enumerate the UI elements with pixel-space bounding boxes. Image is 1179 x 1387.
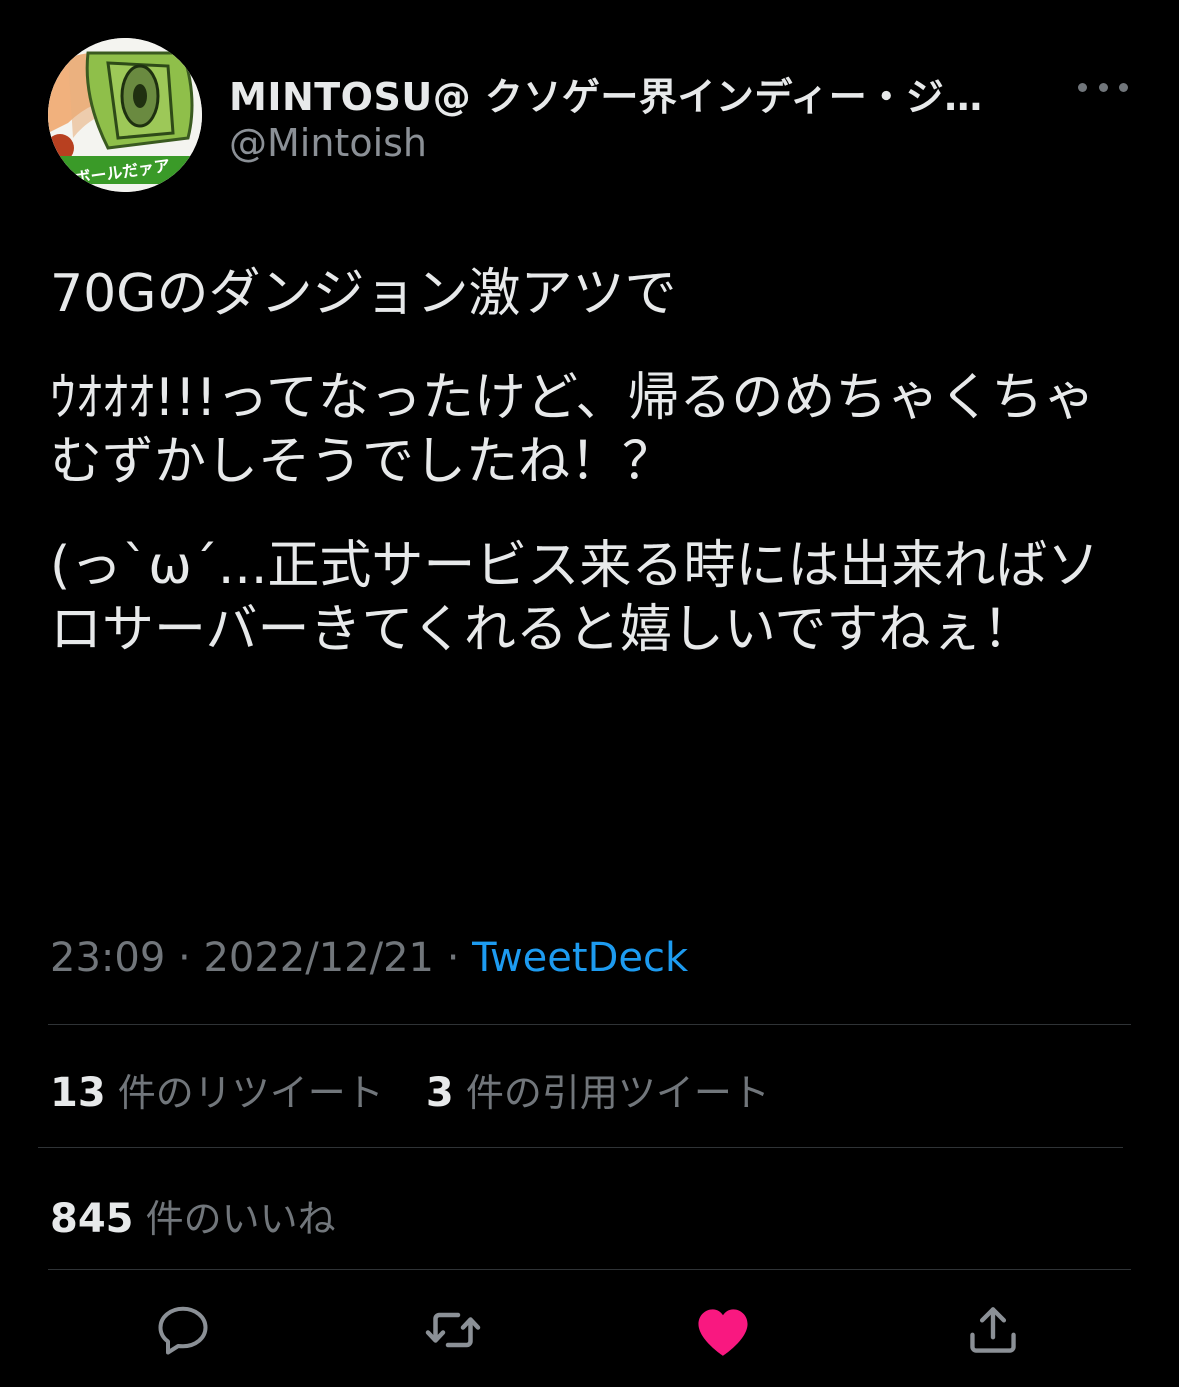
retweets-count: 13	[50, 1070, 106, 1116]
tweet-time[interactable]: 23:09	[50, 935, 165, 981]
share-button[interactable]	[953, 1290, 1033, 1370]
share-icon	[970, 1307, 1016, 1353]
retweet-icon	[425, 1312, 481, 1348]
display-name[interactable]: MINTOSU@ クソゲー界インディー・ジ…	[229, 66, 1049, 121]
divider	[48, 1024, 1131, 1025]
retweet-button[interactable]	[413, 1290, 493, 1370]
like-button[interactable]	[683, 1290, 763, 1370]
divider	[38, 1147, 1123, 1148]
likes-row: 845 件のいいね	[50, 1188, 366, 1243]
quotes-stat[interactable]: 3 件の引用ツイート	[426, 1062, 770, 1117]
retweets-stat[interactable]: 13 件のリツイート	[50, 1062, 384, 1117]
likes-count: 845	[50, 1196, 134, 1242]
tweet-source-link[interactable]: TweetDeck	[472, 935, 688, 981]
more-horizontal-icon	[1098, 82, 1108, 92]
handle[interactable]: @Mintoish	[229, 121, 427, 165]
quotes-count: 3	[425, 1070, 454, 1116]
tweet-meta: 23:09 · 2022/12/21 · TweetDeck	[50, 935, 688, 981]
tweet-text: 70Gのダンジョン激アツで ｳｵｵｵ!!!ってなったけど、帰るのめちゃくちゃむず…	[50, 262, 1130, 702]
more-horizontal-icon	[1078, 82, 1087, 92]
stats-row: 13 件のリツイート 3 件の引用ツイート	[50, 1062, 800, 1117]
tweet-text-line: ｳｵｵｵ!!!ってなったけど、帰るのめちゃくちゃむずかしそうでしたね！？	[50, 368, 1096, 492]
avatar[interactable]: ガボールだァア	[48, 38, 202, 192]
tweet-detail: ガボールだァア MINTOSU@ クソゲー界インディー・ジ… @Mintoish…	[0, 0, 1179, 1387]
tweet-date[interactable]: 2022/12/21	[203, 935, 434, 981]
action-bar	[0, 1290, 1179, 1380]
likes-label: 件のいいね	[145, 1197, 336, 1241]
meta-separator: ·	[178, 935, 191, 981]
reply-button[interactable]	[143, 1290, 223, 1370]
likes-stat[interactable]: 845 件のいいね	[50, 1188, 336, 1243]
meta-separator: ·	[446, 935, 460, 981]
heart-filled-icon	[698, 1309, 748, 1356]
reply-icon	[158, 1306, 208, 1355]
more-button[interactable]	[1078, 72, 1128, 102]
retweets-label: 件のリツイート	[117, 1071, 384, 1115]
quotes-label: 件の引用ツイート	[465, 1071, 770, 1115]
tweet-text-line: (っ`ω´...正式サービス来る時には出来ればソロサーバーきてくれると嬉しいです…	[50, 536, 1100, 660]
more-horizontal-icon	[1119, 82, 1128, 92]
divider	[48, 1269, 1131, 1270]
avatar-image: ガボールだァア	[48, 38, 202, 192]
tweet-text-line: 70Gのダンジョン激アツで	[50, 264, 677, 324]
tweet-header: ガボールだァア MINTOSU@ クソゲー界インディー・ジ… @Mintoish	[48, 38, 1138, 192]
